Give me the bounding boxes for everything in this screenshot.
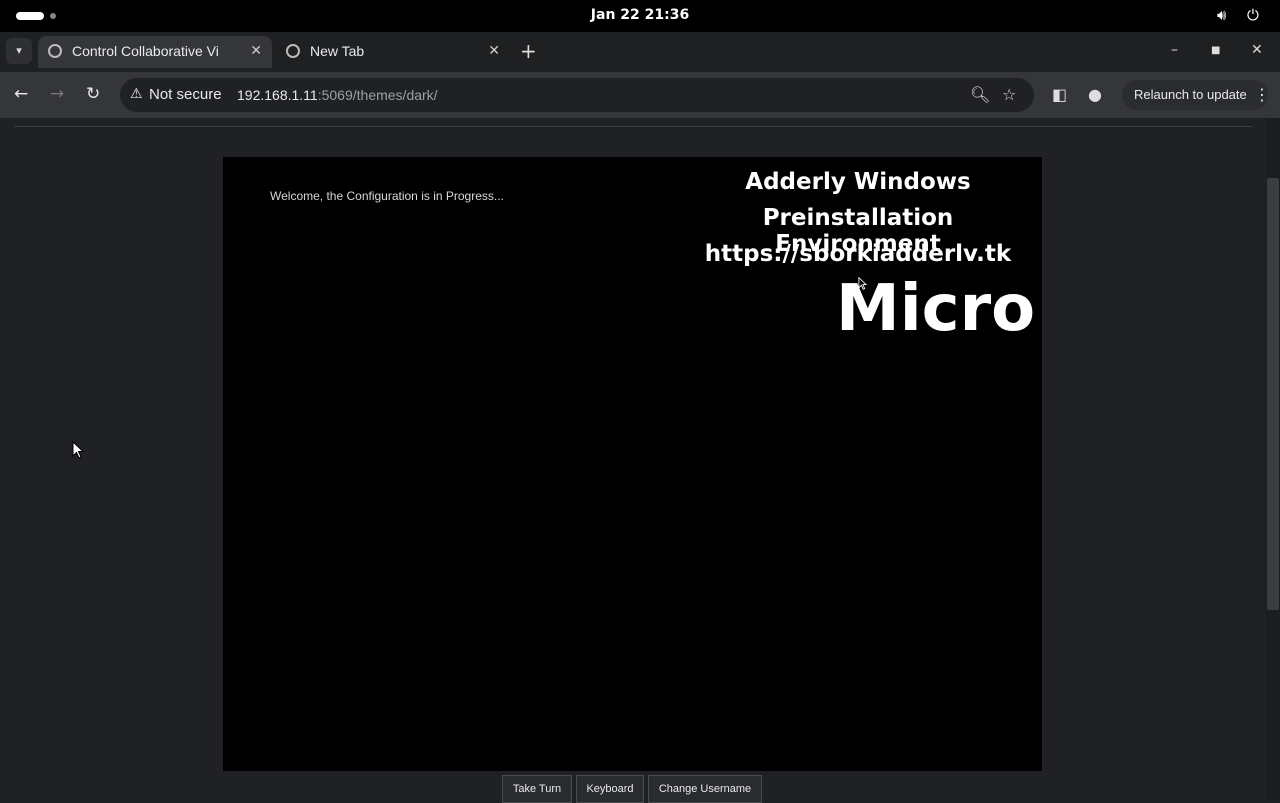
window-close-icon[interactable]: ✕ bbox=[1251, 42, 1263, 58]
tab-search-chevron-icon[interactable]: ▾ bbox=[6, 38, 32, 64]
system-top-bar: Jan 22 21:36 🔊︎ ⏻ bbox=[0, 0, 1280, 32]
tab-control-collaborative[interactable]: Control Collaborative Vi ✕ bbox=[38, 36, 272, 68]
url-path: :5069/themes/dark/ bbox=[317, 87, 438, 103]
url-text[interactable]: 192.168.1.11:5069/themes/dark/ bbox=[237, 87, 438, 103]
scrollbar-thumb[interactable] bbox=[1267, 178, 1279, 610]
warning-icon[interactable]: ⚠ bbox=[130, 86, 143, 102]
keyboard-button[interactable]: Keyboard bbox=[576, 775, 644, 803]
tab-new-tab[interactable]: New Tab ✕ bbox=[276, 36, 510, 68]
side-panel-icon[interactable]: ◧ bbox=[1052, 85, 1067, 104]
close-tab-icon[interactable]: ✕ bbox=[488, 42, 500, 59]
minimize-icon[interactable]: – bbox=[1171, 42, 1178, 58]
back-icon[interactable]: ← bbox=[14, 84, 28, 104]
change-username-button[interactable]: Change Username bbox=[648, 775, 762, 803]
menu-kebab-icon[interactable]: ⋮ bbox=[1254, 85, 1270, 104]
mouse-cursor-icon bbox=[72, 441, 84, 459]
remote-cursor-icon bbox=[858, 277, 867, 290]
relaunch-label: Relaunch to update bbox=[1134, 87, 1247, 102]
tab-title: Control Collaborative Vi bbox=[72, 43, 219, 59]
bookmark-star-icon[interactable]: ☆ bbox=[1002, 85, 1016, 104]
maximize-icon[interactable]: ■ bbox=[1211, 45, 1220, 56]
chrome-icon bbox=[286, 44, 300, 58]
welcome-text: Welcome, the Configuration is in Progres… bbox=[270, 189, 504, 203]
globe-icon bbox=[48, 44, 62, 58]
power-icon[interactable]: ⏻ bbox=[1247, 6, 1259, 24]
watermark-line1: Adderly Windows bbox=[745, 169, 971, 195]
url-host: 192.168.1.11 bbox=[237, 87, 318, 103]
system-clock[interactable]: Jan 22 21:36 bbox=[0, 7, 1280, 23]
zoom-icon[interactable]: 🔍︎ bbox=[970, 85, 990, 104]
security-label[interactable]: Not secure bbox=[149, 86, 222, 103]
close-tab-icon[interactable]: ✕ bbox=[250, 42, 262, 59]
profile-icon[interactable]: ● bbox=[1088, 85, 1102, 104]
take-turn-button[interactable]: Take Turn bbox=[502, 775, 572, 803]
tab-title: New Tab bbox=[310, 43, 365, 59]
volume-icon[interactable]: 🔊︎ bbox=[1217, 6, 1226, 24]
watermark-line3: https://sborkiadderlv.tk bbox=[704, 241, 1012, 267]
reload-icon[interactable]: ↻ bbox=[86, 84, 100, 104]
divider bbox=[14, 126, 1252, 127]
forward-icon[interactable]: → bbox=[50, 84, 64, 104]
new-tab-icon[interactable]: + bbox=[520, 41, 537, 61]
